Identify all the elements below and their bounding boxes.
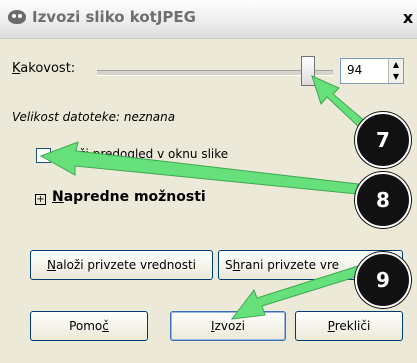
save-defaults-label-start: S bbox=[225, 258, 233, 272]
cancel-mnemonic: P bbox=[327, 319, 335, 333]
spin-arrows-icon[interactable]: ▲ ▼ bbox=[388, 59, 403, 83]
help-mnemonic: č bbox=[102, 319, 109, 333]
preview-checkbox-label[interactable]: Pži predogled v oknu slike bbox=[58, 147, 228, 161]
advanced-options-expander[interactable]: Napredne možnosti bbox=[52, 189, 206, 205]
quality-spinbox[interactable]: 94 ▲ ▼ bbox=[340, 58, 404, 84]
window-title: Izvozi sliko kotJPEG bbox=[32, 8, 196, 26]
gimp-icon bbox=[8, 10, 26, 24]
cancel-button[interactable]: Prekliči bbox=[295, 311, 403, 341]
quality-slider-track[interactable] bbox=[97, 70, 333, 76]
load-defaults-button[interactable]: Naloži privzete vrednosti bbox=[30, 250, 213, 280]
annotation-arrows bbox=[39, 75, 367, 320]
advanced-label: apredne možnosti bbox=[63, 189, 206, 205]
cancel-label: rekliči bbox=[334, 319, 371, 333]
preview-label-end: ži predogled v oknu slike bbox=[79, 147, 229, 161]
expand-icon[interactable]: + bbox=[35, 194, 46, 205]
quality-label: Kakovost: bbox=[12, 61, 75, 76]
load-defaults-mnemonic: N bbox=[46, 258, 56, 272]
title-bar: Izvozi sliko kotJPEG x bbox=[0, 0, 417, 39]
help-button[interactable]: Pomoč bbox=[30, 311, 148, 341]
close-button[interactable]: x bbox=[399, 8, 417, 28]
help-label: Pomo bbox=[69, 319, 103, 333]
preview-label-start: P bbox=[58, 147, 66, 161]
advanced-mnemonic: N bbox=[52, 189, 64, 205]
file-size-label: Velikost datoteke: neznana bbox=[12, 110, 176, 124]
quality-value[interactable]: 94 bbox=[347, 63, 362, 77]
step-badge-7: 7 bbox=[355, 112, 411, 168]
export-button[interactable]: Izvozi bbox=[170, 311, 286, 341]
export-label: zvozi bbox=[214, 319, 245, 333]
step-badge-8: 8 bbox=[355, 172, 411, 228]
quality-slider-handle[interactable] bbox=[301, 56, 315, 86]
preview-checkbox[interactable] bbox=[36, 148, 51, 163]
load-defaults-label: aloži privzete vrednosti bbox=[55, 258, 197, 272]
quality-label-text: akovost: bbox=[20, 61, 76, 76]
save-defaults-label: rani privzete vre bbox=[240, 258, 339, 272]
step-badge-9: 9 bbox=[355, 252, 411, 308]
